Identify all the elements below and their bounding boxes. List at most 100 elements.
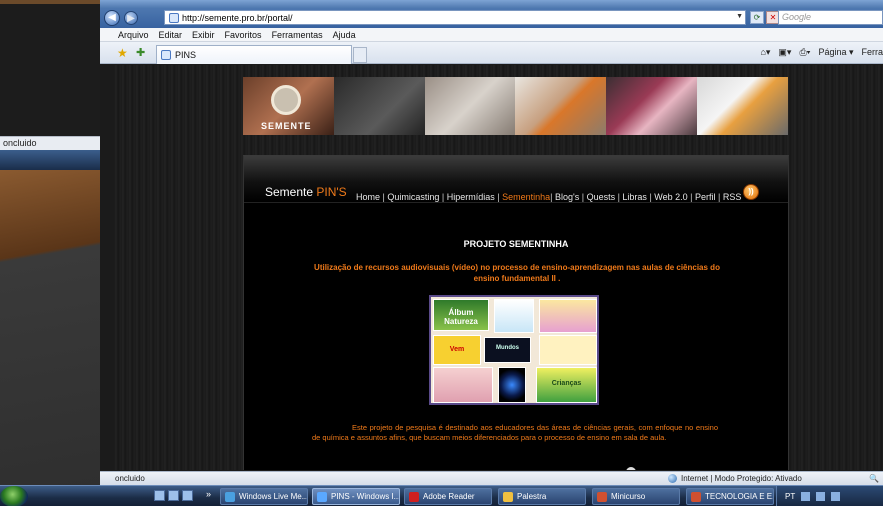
project-collage-image[interactable]: Álbum Natureza Vem Mundos Crianças <box>429 295 599 405</box>
menu-favoritos[interactable]: Favoritos <box>225 30 262 40</box>
nav-home[interactable]: Home <box>356 192 380 202</box>
taskbar-item-label: Palestra <box>517 492 547 501</box>
banner-photo <box>333 77 425 135</box>
menu-editar[interactable]: Editar <box>159 30 183 40</box>
system-tray: PT <box>776 486 883 506</box>
taskbar-item-label: Windows Live Me... <box>239 492 308 501</box>
page-icon <box>161 50 171 60</box>
site-title[interactable]: Semente PIN'S <box>265 185 347 199</box>
print-icon[interactable]: ⎙▾ <box>799 47 810 58</box>
add-favorite-icon[interactable]: ✚ <box>136 46 145 59</box>
menu-bar: Arquivo Editar Exibir Favoritos Ferramen… <box>100 28 883 42</box>
taskbar-item[interactable]: TECNOLOGIA E E... <box>686 488 774 505</box>
network-icon[interactable] <box>801 492 811 501</box>
nav-blogs[interactable]: Blog's <box>555 192 579 202</box>
forward-button[interactable]: ▶ <box>124 11 138 25</box>
taskbar-item-label: TECNOLOGIA E E... <box>705 492 774 501</box>
taskbar-item-label: Minicurso <box>611 492 646 501</box>
command-bar: ⌂▾ ▣▾ ⎙▾ Página ▾ Ferra <box>760 47 883 58</box>
feeds-icon[interactable]: ▣▾ <box>778 47 791 58</box>
ie-icon[interactable] <box>182 490 193 501</box>
switch-windows-icon[interactable] <box>168 490 179 501</box>
tab-label: PINS <box>175 50 197 60</box>
chevron-right-icon[interactable]: » <box>206 489 211 499</box>
menu-ferramentas[interactable]: Ferramentas <box>272 30 323 40</box>
project-description: Este projeto de pesquisa é destinado aos… <box>312 423 718 442</box>
search-input[interactable]: Google <box>778 10 883 25</box>
banner-photo <box>515 77 607 135</box>
site-header: Semente PIN'S Home | Quimicasting | Hipe… <box>244 157 788 203</box>
taskbar-item[interactable]: Palestra <box>498 488 586 505</box>
chevron-down-icon[interactable]: ▼ <box>736 13 743 20</box>
cartoon-tile <box>539 299 597 333</box>
address-bar: ◀ ▶ http://semente.pro.br/portal/ ▼ ⟳ ✕ … <box>100 8 883 28</box>
nav-web20[interactable]: Web 2.0 <box>654 192 687 202</box>
background-window <box>0 0 100 136</box>
banner-photo <box>697 77 788 135</box>
new-tab-button[interactable] <box>353 47 367 63</box>
nav-perfil[interactable]: Perfil <box>695 192 716 202</box>
messenger-icon <box>225 491 235 502</box>
menu-exibir[interactable]: Exibir <box>192 30 215 40</box>
security-zone[interactable]: Internet | Modo Protegido: Ativado <box>668 474 802 483</box>
wallpaper <box>0 170 114 506</box>
rss-icon[interactable]: )) <box>743 184 759 200</box>
taskbar-item-label: PINS - Windows I... <box>331 492 400 501</box>
nav-quests[interactable]: Quests <box>587 192 616 202</box>
title-bar <box>100 0 883 8</box>
page-icon <box>169 12 179 23</box>
logo-image <box>271 85 301 115</box>
nav-rss[interactable]: RSS <box>723 192 742 202</box>
cartoon-tile <box>539 335 597 365</box>
taskbar-item-label: Adobe Reader <box>423 492 475 501</box>
folder-icon <box>503 491 513 502</box>
desktop-background: oncluido <box>0 0 114 506</box>
tab-pins[interactable]: PINS <box>156 45 352 64</box>
language-indicator[interactable]: PT <box>785 492 795 501</box>
nav-libras[interactable]: Libras <box>622 192 647 202</box>
taskbar-item[interactable]: Minicurso <box>592 488 680 505</box>
security-zone-label: Internet | Modo Protegido: Ativado <box>681 474 802 483</box>
banner-photo <box>606 77 698 135</box>
vem-tile: Vem <box>433 335 481 365</box>
cartoon-tile <box>494 299 534 333</box>
site-title-prefix: Semente <box>265 185 317 199</box>
taskbar-item[interactable]: Adobe Reader <box>404 488 492 505</box>
mundos-tile: Mundos <box>484 337 531 363</box>
url-field[interactable]: http://semente.pro.br/portal/ ▼ <box>164 10 746 25</box>
status-bar: oncluido Internet | Modo Protegido: Ativ… <box>100 471 883 485</box>
site-nav: Home | Quimicasting | Hipermídias | Seme… <box>356 192 742 202</box>
nav-sementinha[interactable]: Sementinha <box>502 192 550 202</box>
nav-hipermidias[interactable]: Hipermídias <box>447 192 495 202</box>
favorites-star-icon[interactable]: ★ <box>117 46 128 60</box>
menu-ajuda[interactable]: Ajuda <box>333 30 356 40</box>
url-text: http://semente.pro.br/portal/ <box>182 12 293 23</box>
show-desktop-icon[interactable] <box>154 490 165 501</box>
taskbar: » Windows Live Me... PINS - Windows I...… <box>0 485 883 506</box>
criancas-tile: Crianças <box>536 367 597 403</box>
page-menu[interactable]: Página ▾ <box>818 47 853 58</box>
tray-icon[interactable] <box>831 492 841 501</box>
presentation-icon <box>597 491 607 502</box>
start-button[interactable] <box>0 486 28 506</box>
taskbar-item[interactable]: Windows Live Me... <box>220 488 308 505</box>
home-icon[interactable]: ⌂▾ <box>760 47 770 58</box>
project-title: PROJETO SEMENTINHA <box>463 239 569 249</box>
taskbar-item[interactable]: PINS - Windows I... <box>312 488 400 505</box>
back-button[interactable]: ◀ <box>104 10 120 26</box>
web-page: SEMENTE Semente PIN'S Home | Quimicastin… <box>114 65 883 470</box>
menu-arquivo[interactable]: Arquivo <box>118 30 149 40</box>
globe-icon <box>668 474 677 483</box>
content-panel: Semente PIN'S Home | Quimicasting | Hipe… <box>243 155 789 470</box>
refresh-button[interactable]: ⟳ <box>750 11 764 24</box>
pdf-icon <box>409 491 419 502</box>
site-title-accent: PIN'S <box>316 185 347 199</box>
browser-window: ◀ ▶ http://semente.pro.br/portal/ ▼ ⟳ ✕ … <box>100 0 883 484</box>
volume-icon[interactable] <box>816 492 826 501</box>
zoom-icon[interactable]: 🔍 <box>869 474 879 483</box>
scroll-indicator[interactable] <box>626 467 636 470</box>
tools-menu[interactable]: Ferra <box>861 47 883 58</box>
quick-launch <box>154 490 193 501</box>
nav-quimicasting[interactable]: Quimicasting <box>387 192 439 202</box>
project-subtitle: Utilização de recursos audiovisuais (víd… <box>314 263 720 283</box>
